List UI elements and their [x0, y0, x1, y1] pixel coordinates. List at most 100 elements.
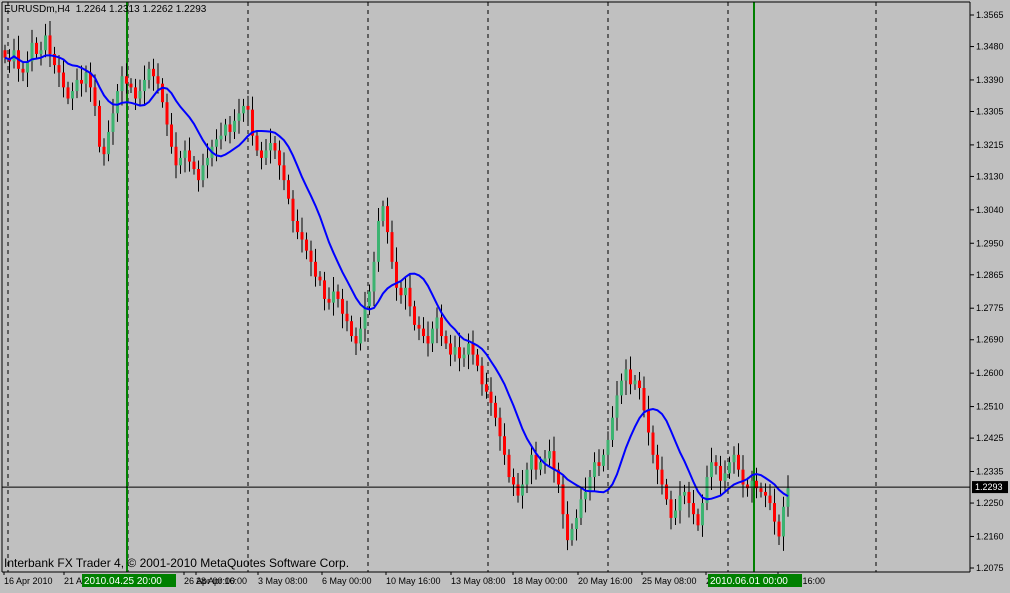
price-tick-label: 1.2335 [976, 467, 1004, 477]
candle-body [80, 79, 83, 84]
candle-body [453, 347, 457, 355]
candle-body [129, 83, 133, 88]
candle-body [390, 232, 394, 262]
candle-body [624, 369, 628, 381]
candle-body [170, 124, 173, 147]
candle-body [75, 79, 79, 92]
candle-body [57, 65, 61, 73]
time-tick-label: 18 May 00:00 [513, 576, 568, 586]
candle-body [611, 417, 614, 440]
price-tick-label: 1.3390 [976, 75, 1004, 85]
price-tick-label: 1.3215 [976, 140, 1004, 150]
candle-body [413, 306, 416, 325]
candle-body [764, 491, 767, 496]
candle-body [305, 239, 308, 251]
candle-body [332, 291, 335, 303]
candlestick-chart: 1.3565 1.3480 1.3390 1.3305 1.3215 1.3130 1.30… [0, 0, 1010, 588]
candle-body [206, 157, 209, 166]
candle-body [156, 76, 160, 84]
candle-body [233, 120, 236, 132]
candle-body [512, 477, 515, 485]
marker-time-label: 2010.04.25 20:00 [84, 576, 162, 587]
candle-body [143, 79, 146, 92]
candle-body [48, 35, 52, 54]
symbol-label: EURUSDm,H4 [4, 4, 71, 15]
time-tick-label: 16 Apr 2010 [4, 576, 53, 586]
candle-body [287, 180, 290, 199]
candle-body [642, 387, 646, 411]
candle-body [638, 380, 641, 388]
candle-body [777, 521, 781, 537]
candle-body [746, 484, 749, 489]
candle-body [345, 313, 349, 322]
candle-body [368, 291, 371, 307]
candle-body [102, 146, 106, 155]
candle-body [566, 514, 569, 541]
candle-body [507, 454, 511, 478]
candle-body [399, 287, 403, 296]
candle-body [719, 465, 722, 481]
price-tick-label: 1.2775 [976, 303, 1004, 313]
candle-body [147, 68, 151, 80]
candle-body [773, 503, 776, 522]
candle-body [237, 113, 241, 121]
candle-body [444, 336, 448, 344]
time-tick-label: 6 May 00:00 [322, 576, 372, 586]
copyright-text: Interbank FX Trader 4, © 2001-2010 MetaQ… [4, 556, 350, 570]
candle-body [3, 50, 7, 58]
time-tick-label: 13 May 08:00 [451, 576, 506, 586]
candle-body [467, 343, 470, 355]
candle-body [480, 365, 484, 385]
candle-body [683, 491, 686, 496]
ohlc-values: 1.2264 1.2313 1.2262 1.2293 [75, 4, 207, 15]
candle-body [408, 287, 412, 307]
candle-body [714, 462, 718, 466]
candle-body [215, 139, 218, 147]
candle-body [737, 454, 740, 470]
candle-body [629, 369, 632, 385]
candle-body [152, 68, 155, 77]
candle-body [489, 391, 493, 403]
candle-body [674, 510, 677, 518]
price-tick-label: 1.2600 [976, 368, 1004, 378]
time-tick-label: 3 May 08:00 [258, 576, 308, 586]
candle-body [656, 454, 659, 470]
candle-body [300, 232, 304, 240]
candle-body [485, 384, 488, 392]
candle-body [503, 436, 506, 455]
candle-body [498, 417, 502, 437]
price-tick-label: 1.2425 [976, 433, 1004, 443]
candle-body [521, 484, 524, 496]
candle-body [179, 157, 182, 166]
candle-body [107, 131, 110, 155]
candle-body [188, 150, 191, 162]
candle-body [201, 165, 205, 181]
chart-window: 1.3565 1.3480 1.3390 1.3305 1.3215 1.3130 1.30… [0, 0, 1010, 588]
candle-body [458, 347, 461, 359]
candle-body [309, 250, 313, 262]
candle-body [552, 451, 556, 470]
candle-body [588, 477, 592, 492]
candle-body [462, 354, 466, 359]
candle-body [282, 165, 286, 181]
candle-body [530, 454, 533, 470]
candle-body [341, 298, 344, 314]
candle-body [327, 298, 331, 303]
candle-body [669, 499, 673, 518]
price-tick-label: 1.2950 [976, 238, 1004, 248]
candle-body [336, 291, 340, 299]
candle-body [246, 105, 250, 110]
candle-body [602, 454, 605, 466]
marker-time-label: 2010.06.01 00:00 [710, 576, 788, 587]
candle-body [278, 150, 281, 166]
time-tick-label: 25 May 08:00 [642, 576, 697, 586]
candle-body [579, 499, 583, 518]
candle-body [404, 287, 407, 296]
candle-body [296, 220, 299, 233]
candle-body [71, 91, 74, 99]
candle-body [219, 135, 223, 140]
candle-body [584, 491, 587, 500]
candle-body [494, 402, 497, 418]
candle-body [723, 473, 727, 481]
candle-body [534, 454, 538, 470]
